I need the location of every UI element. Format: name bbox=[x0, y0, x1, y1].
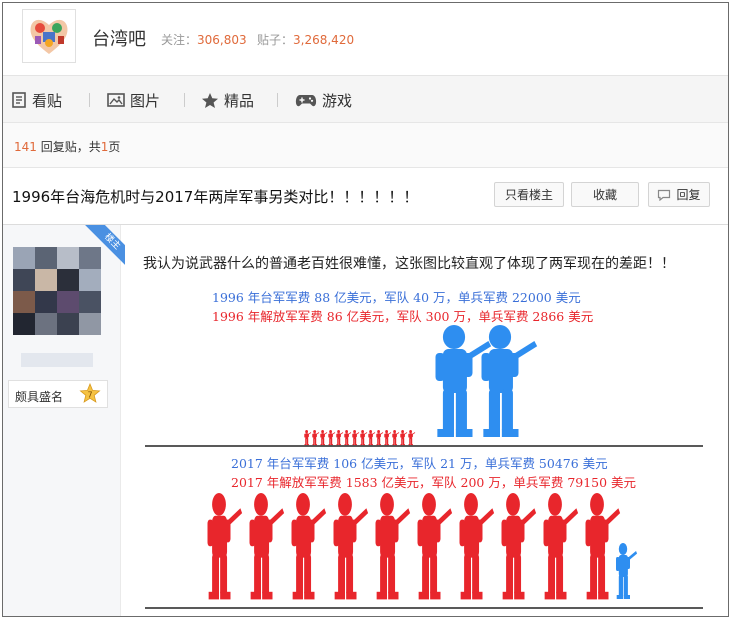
reply-bubble-icon bbox=[658, 189, 671, 201]
nav-tab-posts[interactable]: 看贴 bbox=[11, 90, 62, 110]
nav-tab-featured[interactable]: 精品 bbox=[201, 90, 254, 110]
op-label: 楼主 bbox=[85, 225, 125, 265]
nav-divider bbox=[184, 93, 185, 107]
posts-stat: 贴子：3,268,420 bbox=[257, 33, 355, 47]
soldiers-1996-taiwan bbox=[435, 325, 538, 437]
forum-logo[interactable] bbox=[22, 9, 76, 63]
reply-count-bar: 141 回复贴，共1页 bbox=[3, 123, 728, 168]
author-column: 颇具盛名 7 bbox=[3, 225, 121, 616]
forum-header: 台湾吧 关注：306,803 贴子：3,268,420 bbox=[3, 3, 728, 76]
nav-divider bbox=[277, 93, 278, 107]
thread-title-bar: 1996年台海危机时与2017年两岸军事另类对比！！！！！！ 只看楼主 收藏 回… bbox=[3, 168, 728, 225]
forum-nav: 看贴 图片 精品 游戏 bbox=[3, 76, 728, 123]
military-comparison-graphic bbox=[145, 325, 703, 609]
reply-count: 141 bbox=[14, 140, 37, 154]
followers-stat: 关注：306,803 bbox=[161, 33, 247, 47]
reply-count-text: 141 回复贴，共1页 bbox=[14, 140, 121, 154]
only-op-button[interactable]: 只看楼主 bbox=[494, 182, 564, 207]
nav-tab-games[interactable]: 游戏 bbox=[295, 90, 352, 110]
badge-title: 颇具盛名 bbox=[15, 390, 64, 404]
forum-logo-image bbox=[30, 19, 68, 54]
soldiers-2017-taiwan bbox=[616, 543, 638, 599]
reply-button[interactable]: 回复 bbox=[648, 182, 710, 207]
gamepad-icon bbox=[295, 94, 317, 106]
forum-name[interactable]: 台湾吧 bbox=[92, 25, 146, 51]
soldiers-1996-pla bbox=[304, 430, 416, 446]
nav-tab-images[interactable]: 图片 bbox=[107, 90, 160, 110]
info-2017-taiwan: 2017 年台军军费 106 亿美元，军队 21 万，单兵军费 50476 美元 bbox=[231, 456, 608, 471]
badge-level-number: 7 bbox=[87, 391, 92, 400]
nav-divider bbox=[89, 93, 90, 107]
followers-count: 306,803 bbox=[197, 33, 247, 47]
document-icon bbox=[12, 92, 26, 108]
image-icon bbox=[107, 93, 125, 107]
level-star-icon: 7 bbox=[79, 383, 101, 403]
post-content: 我认为说武器什么的普通老百姓很难懂，这张图比较直观了体现了两军现在的差距！！ 1… bbox=[121, 225, 728, 616]
favorite-button[interactable]: 收藏 bbox=[571, 182, 639, 207]
star-icon bbox=[202, 92, 218, 108]
posts-count: 3,268,420 bbox=[293, 33, 355, 47]
author-username-blurred[interactable] bbox=[21, 353, 93, 367]
info-2017-pla: 2017 年解放军军费 1583 亿美元，军队 200 万，单兵军费 79150… bbox=[231, 475, 637, 490]
thread-title: 1996年台海危机时与2017年两岸军事另类对比！！！！！！ bbox=[12, 188, 419, 206]
page-frame: 台湾吧 关注：306,803 贴子：3,268,420 看贴 图片 精品 游戏 … bbox=[2, 2, 729, 617]
author-level-badge[interactable]: 颇具盛名 7 bbox=[8, 380, 108, 408]
op-corner-ribbon: 楼主 bbox=[85, 225, 125, 265]
soldiers-2017-pla bbox=[207, 493, 621, 600]
